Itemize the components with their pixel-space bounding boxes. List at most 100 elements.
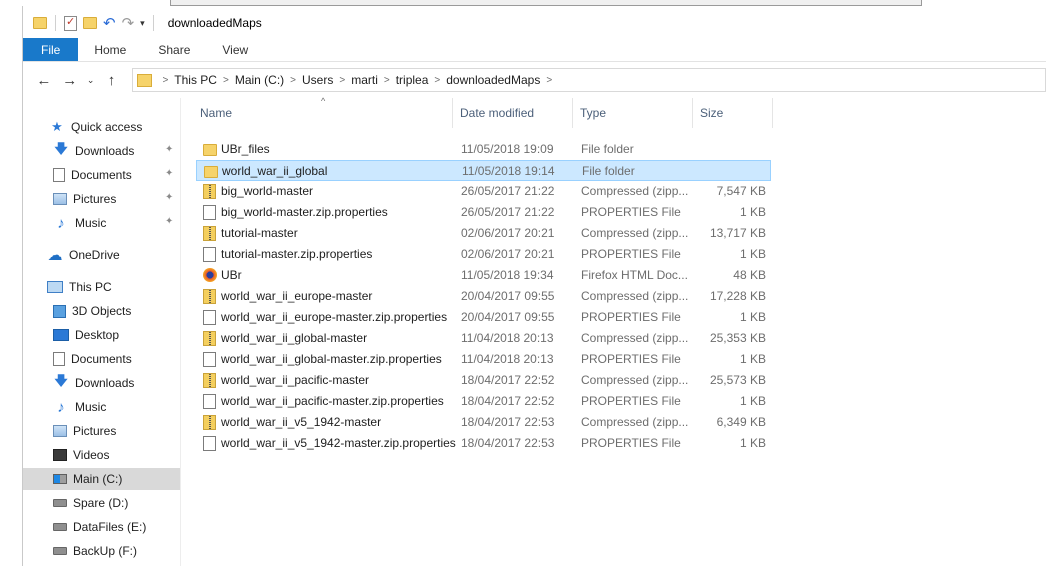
file-date: 11/04/2018 20:13 xyxy=(461,331,554,345)
column-header-type[interactable]: Type xyxy=(573,98,693,128)
table-row[interactable]: world_war_ii_v5_1942-master 18/04/2017 22… xyxy=(196,412,771,433)
table-row[interactable]: UBr 11/05/2018 19:34 Firefox HTML Doc... 48… xyxy=(196,265,771,286)
column-header-name[interactable]: ^ Name xyxy=(193,96,453,128)
folder-icon xyxy=(204,166,218,178)
file-date: 18/04/2017 22:53 xyxy=(461,415,555,429)
music-note-icon: ♪ xyxy=(57,398,65,416)
nav-quick-access[interactable]: ★ Quick access xyxy=(49,116,142,138)
nav-pictures[interactable]: Pictures xyxy=(53,420,116,442)
table-row[interactable]: world_war_ii_global-master.zip.propertie… xyxy=(196,349,771,370)
new-folder-icon[interactable] xyxy=(83,17,97,29)
sort-up-icon: ^ xyxy=(321,96,326,106)
address-bar[interactable]: > This PC > Main (C:) > Users > marti > … xyxy=(132,68,1046,92)
table-row[interactable]: world_war_ii_v5_1942-master.zip.properti… xyxy=(196,433,771,454)
column-header-date[interactable]: Date modified xyxy=(453,98,573,128)
nav-label: BackUp (F:) xyxy=(73,544,138,558)
file-name: world_war_ii_europe-master.zip.propertie… xyxy=(221,310,448,324)
nav-drive-d[interactable]: Spare (D:) xyxy=(53,492,128,514)
breadcrumb-users[interactable]: Users xyxy=(302,73,333,87)
table-row[interactable]: big_world-master 26/05/2017 21:22 Compress… xyxy=(196,181,771,202)
properties-icon[interactable] xyxy=(64,15,77,31)
file-date: 02/06/2017 20:21 xyxy=(461,247,555,261)
breadcrumb-marti[interactable]: marti xyxy=(351,73,378,87)
title-bar: ↶ ↷ ▾ downloadedMaps xyxy=(23,8,1046,38)
back-arrow-icon[interactable]: ← xyxy=(33,72,55,89)
drive-icon xyxy=(53,547,67,555)
pin-icon[interactable]: ✦ xyxy=(165,144,173,155)
pin-icon[interactable]: ✦ xyxy=(165,168,173,179)
nav-qa-music[interactable]: ♪ Music xyxy=(53,212,106,234)
chevron-right-icon[interactable]: > xyxy=(339,75,345,86)
qat-separator xyxy=(55,15,56,31)
file-type: PROPERTIES File xyxy=(581,436,681,450)
table-row[interactable]: world_war_ii_global 11/05/2018 19:14 File … xyxy=(196,160,771,181)
navigation-pane[interactable]: ★ Quick access 🡇 Downloads ✦ Documents ✦… xyxy=(23,98,181,566)
table-row[interactable]: world_war_ii_europe-master.zip.propertie… xyxy=(196,307,771,328)
table-row[interactable]: world_war_ii_global-master 11/04/2018 20:… xyxy=(196,328,771,349)
up-arrow-icon[interactable]: ↑ xyxy=(101,72,123,89)
undo-icon[interactable]: ↶ xyxy=(103,16,116,31)
file-type: Compressed (zipp... xyxy=(581,415,689,429)
file-list[interactable]: ^ Name Date modified Type Size UBr_files… xyxy=(193,96,1046,566)
table-row[interactable]: UBr_files 11/05/2018 19:09 File folder xyxy=(196,139,771,160)
nav-3d-objects[interactable]: 3D Objects xyxy=(53,300,131,322)
table-row[interactable]: big_world-master.zip.properties 26/05/201… xyxy=(196,202,771,223)
file-name: UBr xyxy=(221,268,242,282)
nav-documents[interactable]: Documents xyxy=(53,348,132,370)
file-type: PROPERTIES File xyxy=(581,247,681,261)
chevron-right-icon[interactable]: > xyxy=(162,75,168,86)
pin-icon[interactable]: ✦ xyxy=(165,192,173,203)
document-icon xyxy=(53,352,65,366)
nav-qa-downloads[interactable]: 🡇 Downloads xyxy=(53,140,134,162)
tab-view[interactable]: View xyxy=(206,38,264,61)
nav-desktop[interactable]: Desktop xyxy=(53,324,119,346)
nav-label: Desktop xyxy=(75,328,120,342)
table-row[interactable]: tutorial-master.zip.properties 02/06/2017… xyxy=(196,244,771,265)
chevron-right-icon[interactable]: > xyxy=(546,75,552,86)
file-size: 6,349 KB xyxy=(716,415,766,429)
file-size: 1 KB xyxy=(739,394,766,408)
file-size: 25,353 KB xyxy=(709,331,766,345)
file-date: 02/06/2017 20:21 xyxy=(461,226,555,240)
folder-icon xyxy=(203,144,217,156)
customize-toolbar-chevron-icon[interactable]: ▾ xyxy=(140,18,145,29)
background-window-edge xyxy=(170,0,922,6)
nav-downloads[interactable]: 🡇 Downloads xyxy=(53,372,134,394)
column-label: Type xyxy=(580,106,607,120)
chevron-right-icon[interactable]: > xyxy=(290,75,296,86)
breadcrumb-triplea[interactable]: triplea xyxy=(396,73,429,87)
nav-music[interactable]: ♪ Music xyxy=(53,396,106,418)
nav-drive-f[interactable]: BackUp (F:) xyxy=(53,540,137,562)
table-row[interactable]: world_war_ii_pacific-master 18/04/2017 22… xyxy=(196,370,771,391)
chevron-right-icon[interactable]: > xyxy=(384,75,390,86)
table-row[interactable]: world_war_ii_europe-master 20/04/2017 09:… xyxy=(196,286,771,307)
nav-label: Music xyxy=(75,216,107,230)
document-icon xyxy=(203,205,216,220)
breadcrumb-main-c[interactable]: Main (C:) xyxy=(235,73,284,87)
nav-onedrive[interactable]: ☁ OneDrive xyxy=(47,244,120,266)
pin-icon[interactable]: ✦ xyxy=(165,216,173,227)
nav-videos[interactable]: Videos xyxy=(53,444,109,466)
table-row[interactable]: tutorial-master 02/06/2017 20:21 Compresse… xyxy=(196,223,771,244)
tab-home[interactable]: Home xyxy=(78,38,142,61)
tab-file[interactable]: File xyxy=(23,38,79,61)
column-header-size[interactable]: Size xyxy=(693,98,773,128)
recent-locations-chevron-icon[interactable]: ⌄ xyxy=(85,75,97,86)
file-name: big_world-master.zip.properties xyxy=(221,205,388,219)
nav-this-pc[interactable]: This PC xyxy=(47,276,112,298)
tab-share[interactable]: Share xyxy=(142,38,206,61)
chevron-right-icon[interactable]: > xyxy=(223,75,229,86)
file-explorer-window: ↶ ↷ ▾ downloadedMaps File Home Share Vie… xyxy=(23,8,1046,566)
redo-icon[interactable]: ↷ xyxy=(122,16,135,31)
table-row[interactable]: world_war_ii_pacific-master.zip.properti… xyxy=(196,391,771,412)
zip-archive-icon xyxy=(203,289,216,304)
nav-qa-pictures[interactable]: Pictures xyxy=(53,188,116,210)
file-type: Compressed (zipp... xyxy=(581,289,689,303)
chevron-right-icon[interactable]: > xyxy=(434,75,440,86)
nav-qa-documents[interactable]: Documents xyxy=(53,164,132,186)
nav-drive-e[interactable]: DataFiles (E:) xyxy=(53,516,146,538)
breadcrumb-downloadedmaps[interactable]: downloadedMaps xyxy=(446,73,540,87)
forward-arrow-icon[interactable]: → xyxy=(59,72,81,89)
nav-drive-c[interactable]: Main (C:) xyxy=(23,468,180,490)
breadcrumb-this-pc[interactable]: This PC xyxy=(174,73,217,87)
